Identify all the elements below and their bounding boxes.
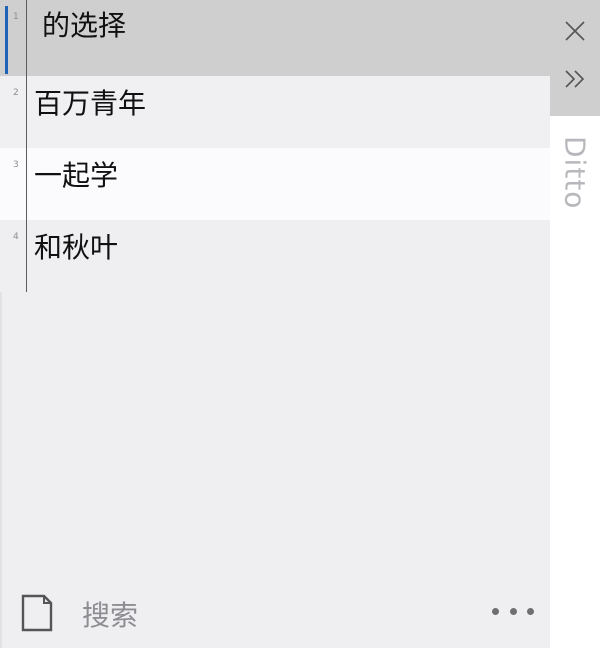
search-label[interactable]: 搜索: [82, 594, 138, 634]
clip-index: 4: [13, 232, 19, 242]
clip-index: 1: [13, 12, 19, 22]
more-button[interactable]: [488, 602, 538, 620]
clip-index: 3: [13, 160, 19, 170]
clip-list: 1 的选择 2 百万青年 3 一起学 4 和秋叶: [0, 0, 550, 292]
clip-text: 的选择: [42, 9, 127, 42]
note-icon: [21, 594, 53, 632]
note-button[interactable]: [20, 593, 54, 633]
close-button[interactable]: [558, 14, 592, 48]
clip-row-2[interactable]: 2 百万青年: [0, 76, 550, 148]
close-icon: [565, 21, 585, 41]
clip-text: 和秋叶: [34, 231, 119, 264]
app-title: Ditto: [554, 136, 596, 226]
clip-text: 百万青年: [34, 87, 147, 120]
clip-row-3[interactable]: 3 一起学: [0, 148, 550, 220]
clip-row-4[interactable]: 4 和秋叶: [0, 220, 550, 292]
double-chevron-right-icon: [565, 70, 585, 88]
footer-bar: 搜索: [0, 580, 550, 648]
selection-indicator: [5, 6, 8, 74]
more-dots-icon: [492, 607, 499, 615]
clip-row-1[interactable]: 1 的选择: [0, 0, 550, 76]
collapse-button[interactable]: [558, 62, 592, 96]
clip-index: 2: [13, 88, 19, 98]
app-title-text: Ditto: [558, 136, 592, 210]
gutter-divider: [26, 0, 27, 292]
clip-text: 一起学: [34, 159, 119, 192]
more-dots-icon: [509, 607, 517, 615]
more-dots-icon: [527, 607, 534, 615]
ditto-window: 1 的选择 2 百万青年 3 一起学 4 和秋叶 Ditto 搜索: [0, 0, 600, 648]
side-strip: Ditto: [550, 0, 600, 648]
